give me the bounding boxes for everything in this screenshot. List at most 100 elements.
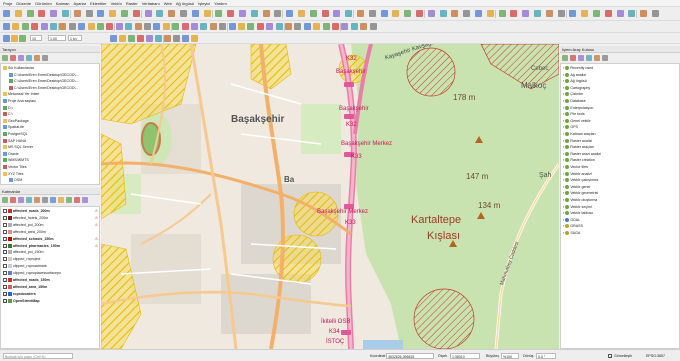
toolbar2-tool-icon[interactable] bbox=[191, 23, 198, 30]
warning-icon[interactable]: ⚠ bbox=[94, 222, 98, 228]
processing-group[interactable]: › Genel vektör bbox=[563, 118, 591, 124]
toolbar2-tool-icon[interactable] bbox=[275, 23, 283, 30]
processing-group[interactable]: › Recently used bbox=[563, 65, 593, 71]
toolbar1-tool-icon[interactable] bbox=[321, 10, 329, 17]
toolbar1-tool-icon[interactable] bbox=[203, 10, 211, 17]
processing-group[interactable]: › GDAL bbox=[563, 217, 580, 223]
browser-item[interactable]: SpatiaLite bbox=[3, 124, 24, 130]
toolbar2-tool-icon[interactable] bbox=[87, 23, 95, 30]
menu-item[interactable]: Düzenle bbox=[16, 1, 31, 6]
menu-item[interactable]: Ayarlar bbox=[74, 1, 87, 6]
processing-group[interactable]: › Vektör analizi bbox=[563, 171, 592, 177]
toolbar2-tool-icon[interactable] bbox=[256, 23, 264, 30]
toolbar1-tool-icon[interactable] bbox=[50, 10, 58, 17]
toolbar2-tool-icon[interactable] bbox=[153, 23, 161, 30]
layer-visibility-checkbox[interactable] bbox=[3, 209, 7, 213]
toolbar1-tool-icon[interactable] bbox=[38, 10, 46, 17]
processing-tool-icon[interactable] bbox=[570, 55, 576, 61]
toolbar3b-tool-icon[interactable] bbox=[155, 35, 162, 42]
toolbar1-tool-icon[interactable] bbox=[581, 10, 589, 17]
processing-group[interactable]: › Enterpolasyon bbox=[563, 105, 593, 111]
processing-group[interactable]: › Vector tiles bbox=[563, 164, 588, 170]
layer-item[interactable]: affected_area_200m bbox=[3, 229, 99, 235]
toolbar2-tool-icon[interactable] bbox=[313, 23, 321, 30]
toolbar1-tool-icon[interactable] bbox=[404, 10, 412, 17]
toolbar2-tool-icon[interactable] bbox=[144, 23, 151, 30]
layer-item[interactable]: affected_schools_150m ⚠ bbox=[3, 236, 99, 242]
toolbar1-tool-icon[interactable] bbox=[14, 10, 22, 17]
toolbar2-tool-icon[interactable] bbox=[238, 23, 245, 30]
toolbar3b-tool-icon[interactable] bbox=[128, 35, 135, 42]
layer-item[interactable]: affected_area_150m bbox=[3, 284, 99, 290]
expand-arrow-icon[interactable]: › bbox=[563, 85, 564, 91]
rotation-field[interactable]: 0.0 ° bbox=[536, 353, 556, 359]
layer-item[interactable]: clipped_roproject bbox=[3, 256, 99, 262]
processing-group[interactable]: › Çizimler bbox=[563, 91, 583, 97]
menu-item[interactable]: Proje bbox=[3, 1, 12, 6]
processing-group[interactable]: › Vektör geometrisi bbox=[563, 190, 598, 196]
toolbar1-tool-icon[interactable] bbox=[604, 10, 612, 17]
expand-arrow-icon[interactable]: › bbox=[563, 65, 564, 71]
toolbar1-tool-icon[interactable] bbox=[380, 10, 388, 17]
toolbar1-tool-icon[interactable] bbox=[498, 10, 506, 17]
browser-item[interactable]: GeoPackage bbox=[3, 118, 29, 124]
layer-item[interactable]: OpenStreetMap bbox=[3, 298, 99, 304]
browser-item[interactable]: Sık Kullanılanlar bbox=[3, 65, 34, 71]
layers-tool-icon[interactable] bbox=[82, 197, 88, 203]
menu-item[interactable]: Katman bbox=[56, 1, 70, 6]
second-field[interactable]: 1 sn bbox=[68, 35, 82, 41]
processing-group[interactable]: › Katman araçları bbox=[563, 131, 596, 137]
expand-arrow-icon[interactable]: › bbox=[563, 138, 564, 144]
expand-arrow-icon[interactable]: › bbox=[563, 223, 564, 229]
toolbar1-tool-icon[interactable] bbox=[73, 10, 81, 17]
menu-item[interactable]: Görünüm bbox=[35, 1, 52, 6]
layer-item[interactable]: affected_poi_150m bbox=[3, 249, 99, 255]
toolbar2-tool-icon[interactable] bbox=[59, 23, 67, 30]
menu-item[interactable]: İşleyici bbox=[198, 1, 210, 6]
browser-tool-icon[interactable] bbox=[26, 55, 32, 61]
toolbar1-tool-icon[interactable] bbox=[451, 10, 459, 17]
browser-tool-icon[interactable] bbox=[18, 55, 24, 61]
menu-item[interactable]: Web bbox=[164, 1, 172, 6]
menu-item[interactable]: Eklentiler bbox=[90, 1, 106, 6]
toolbar1-tool-icon[interactable] bbox=[132, 10, 140, 17]
toolbar1-tool-icon[interactable] bbox=[156, 10, 164, 17]
toolbar2-tool-icon[interactable] bbox=[332, 23, 339, 30]
expand-arrow-icon[interactable]: › bbox=[563, 157, 564, 163]
browser-item[interactable]: C:\ bbox=[3, 111, 13, 117]
processing-tool-icon[interactable] bbox=[586, 55, 592, 61]
layer-visibility-checkbox[interactable] bbox=[3, 278, 7, 282]
browser-item[interactable]: C:\Users\Eren Emre\Desktop\GECOD\... bbox=[9, 72, 79, 78]
expand-arrow-icon[interactable]: › bbox=[563, 91, 564, 97]
processing-group[interactable]: › Raster analizi bbox=[563, 138, 592, 144]
toolbar1-tool-icon[interactable] bbox=[97, 10, 105, 17]
toolbar1-tool-icon[interactable] bbox=[569, 10, 577, 17]
toolbar2-tool-icon[interactable] bbox=[68, 23, 76, 30]
layer-visibility-checkbox[interactable] bbox=[3, 257, 7, 262]
toolbar1-tool-icon[interactable] bbox=[392, 10, 400, 17]
layer-visibility-checkbox[interactable] bbox=[3, 215, 7, 220]
toolbar1-tool-icon[interactable] bbox=[557, 10, 565, 17]
toolbar2-tool-icon[interactable] bbox=[115, 23, 123, 30]
toolbar1-tool-icon[interactable] bbox=[62, 10, 69, 17]
toolbar2-tool-icon[interactable] bbox=[294, 23, 302, 30]
layer-visibility-checkbox[interactable] bbox=[3, 250, 7, 255]
browser-item[interactable]: MS SQL Server bbox=[3, 144, 33, 150]
expand-arrow-icon[interactable]: › bbox=[563, 230, 564, 236]
toolbar3-tool-icon[interactable] bbox=[3, 35, 10, 42]
expand-arrow-icon[interactable]: › bbox=[563, 124, 564, 130]
processing-group[interactable]: › Ağ analizi bbox=[563, 72, 586, 78]
toolbar1-tool-icon[interactable] bbox=[439, 10, 447, 17]
browser-tool-icon[interactable] bbox=[34, 55, 40, 61]
layer-item[interactable]: affected_pharmacies_150m ⚠ bbox=[3, 243, 99, 249]
toolbar3b-tool-icon[interactable] bbox=[182, 35, 189, 42]
toolbar1-tool-icon[interactable] bbox=[274, 10, 282, 17]
browser-item[interactable]: WMS/WMTS bbox=[3, 157, 29, 163]
map-canvas[interactable]: Başakşehir Başakşehir K32 Başakşehir K32… bbox=[101, 44, 559, 349]
expand-arrow-icon[interactable]: › bbox=[563, 217, 564, 223]
layer-item[interactable]: clipped_roproplacessurfacepo bbox=[3, 270, 99, 276]
toolbar2-tool-icon[interactable] bbox=[78, 23, 86, 30]
expand-arrow-icon[interactable]: › bbox=[563, 105, 564, 111]
expand-arrow-icon[interactable]: › bbox=[563, 118, 564, 124]
expand-arrow-icon[interactable]: › bbox=[563, 98, 564, 104]
